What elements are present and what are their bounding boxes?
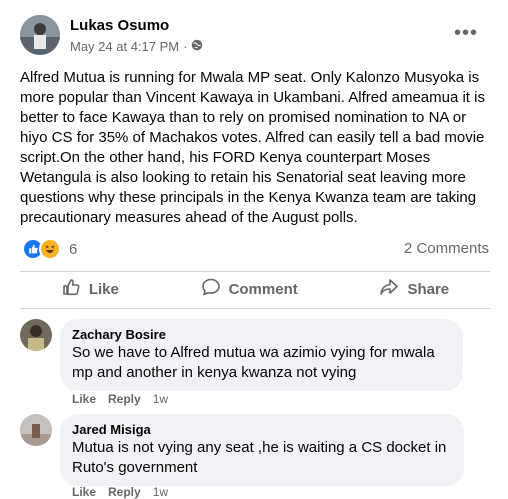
comment-like-link[interactable]: Like <box>72 392 96 406</box>
like-button[interactable]: Like <box>61 277 119 301</box>
commenter-avatar[interactable] <box>20 319 52 351</box>
comment-text: Mutua is not vying any seat ,he is waiti… <box>72 439 447 476</box>
share-label: Share <box>407 280 450 298</box>
commenter-name[interactable]: Zachary Bosire <box>72 326 451 343</box>
comment-actions: Like Reply 1w <box>72 392 168 406</box>
divider-bottom <box>20 308 490 309</box>
like-label: Like <box>88 280 119 298</box>
meta-separator: · <box>183 39 188 54</box>
comment-bubble: Zachary Bosire So we have to Alfred mutu… <box>60 319 463 391</box>
comment-label: Comment <box>228 280 298 298</box>
post-author-name[interactable]: Lukas Osumo <box>70 17 169 34</box>
comment-bubble-icon <box>201 277 221 301</box>
comments-count-link[interactable]: 2 Comments <box>404 240 489 257</box>
comment-text: So we have to Alfred mutua wa azimio vyi… <box>72 344 435 381</box>
globe-icon <box>191 39 203 54</box>
comment-time[interactable]: 1w <box>153 485 168 499</box>
author-avatar[interactable] <box>20 15 60 55</box>
comment-reply-link[interactable]: Reply <box>108 485 141 499</box>
reaction-count: 6 <box>69 240 78 258</box>
post-meta: May 24 at 4:17 PM · <box>70 39 203 54</box>
post-actions-bar: Like Comment Share <box>20 272 490 306</box>
facebook-post: Lukas Osumo May 24 at 4:17 PM · ••• Alfr… <box>0 0 508 499</box>
post-timestamp[interactable]: May 24 at 4:17 PM <box>70 39 179 54</box>
comment-time[interactable]: 1w <box>153 392 168 406</box>
comment-item: Zachary Bosire So we have to Alfred mutu… <box>20 319 490 409</box>
reactions-summary[interactable]: 6 <box>22 238 77 260</box>
comment-button[interactable]: Comment <box>201 277 298 301</box>
commenter-avatar[interactable] <box>20 414 52 446</box>
comment-item: Jared Misiga Mutua is not vying any seat… <box>20 414 490 499</box>
thumbs-up-icon <box>61 277 81 301</box>
share-button[interactable]: Share <box>379 277 449 301</box>
share-arrow-icon <box>379 277 399 301</box>
comment-like-link[interactable]: Like <box>72 485 96 499</box>
commenter-name[interactable]: Jared Misiga <box>72 421 452 438</box>
more-options-icon[interactable]: ••• <box>454 22 478 45</box>
haha-reaction-icon <box>39 238 61 260</box>
comment-reply-link[interactable]: Reply <box>108 392 141 406</box>
post-text: Alfred Mutua is running for Mwala MP sea… <box>20 69 485 226</box>
comment-actions: Like Reply 1w <box>72 485 168 499</box>
comment-bubble: Jared Misiga Mutua is not vying any seat… <box>60 414 464 486</box>
